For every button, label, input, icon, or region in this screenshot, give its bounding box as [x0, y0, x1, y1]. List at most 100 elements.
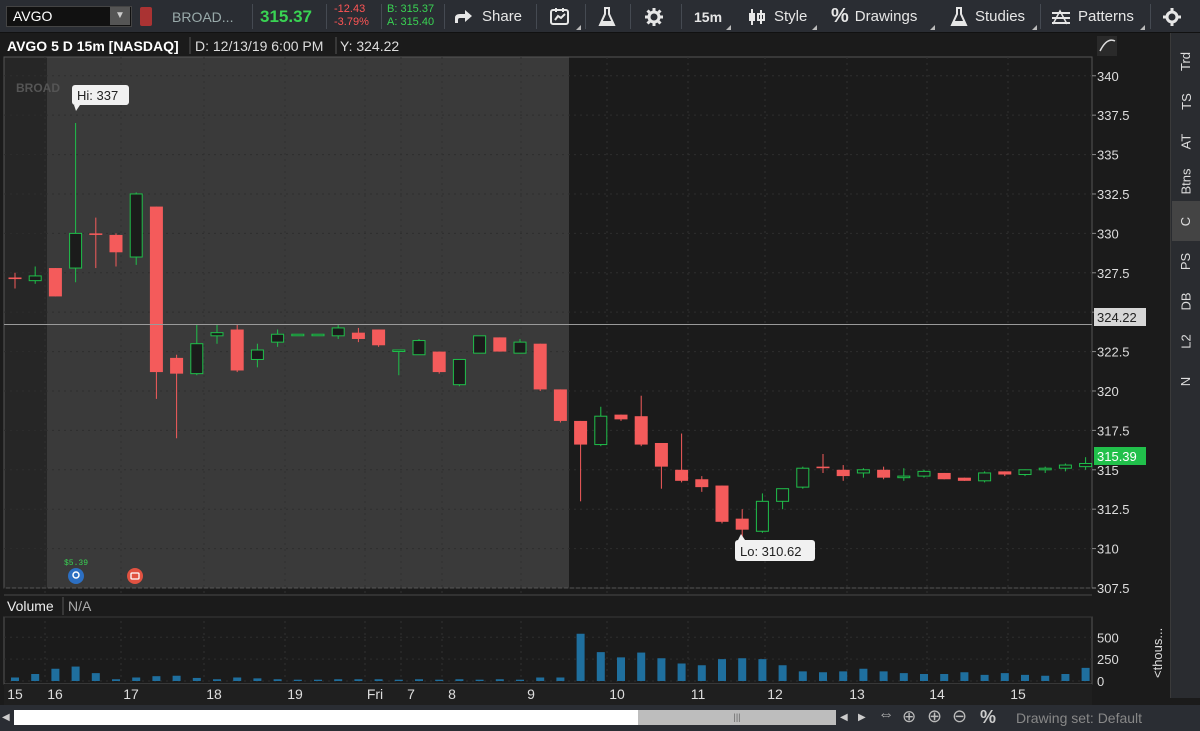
earnings-marker[interactable]	[127, 568, 143, 584]
volume-bar	[556, 677, 565, 681]
chart-title: AVGO 5 D 15m [NASDAQ]	[7, 38, 179, 54]
volume-bar	[354, 679, 363, 681]
volume-label: Volume	[7, 598, 54, 614]
candle-body-down	[937, 472, 951, 480]
rail-tab-label: N	[1178, 376, 1194, 386]
volume-bar	[112, 679, 120, 681]
time-axis-label: 13	[849, 686, 865, 702]
high-label: Hi: 337	[77, 88, 118, 103]
drawings-menu[interactable]: % Drawings	[831, 0, 917, 33]
patterns-menu[interactable]: Patterns	[1050, 0, 1134, 33]
time-axis-label: 18	[206, 686, 222, 702]
time-axis-label: 14	[929, 686, 945, 702]
volume-bar	[415, 679, 423, 681]
time-axis-label: 10	[609, 686, 625, 702]
volume-bar	[596, 652, 605, 681]
candle-body-down	[735, 518, 749, 530]
rail-tab-label: Trd	[1178, 51, 1194, 71]
time-axis-label: 15	[1010, 686, 1026, 702]
price-chart[interactable]: 340337.5335332.5330327.5325322.5320317.5…	[0, 33, 1170, 705]
scrollbar-thumb[interactable]: |||	[638, 710, 836, 725]
candle-body-down	[998, 471, 1012, 475]
scroll-forward-icon[interactable]: ▶	[858, 708, 866, 728]
price-axis-label: 335	[1097, 148, 1119, 163]
net-change: -12.43	[334, 3, 366, 15]
toolbar-divider	[681, 4, 682, 29]
candle-body-down	[654, 442, 668, 467]
volume-bar	[132, 677, 141, 681]
volume-bar	[778, 665, 787, 681]
time-axis-label: 8	[448, 686, 456, 702]
y-readout: Y: 324.22	[340, 38, 399, 54]
zoom-out-icon[interactable]: ⊖	[952, 706, 967, 727]
rail-tab-btns[interactable]: Btns	[1172, 161, 1200, 201]
low-label: Lo: 310.62	[740, 544, 801, 559]
studies-menu[interactable]: Studies	[949, 0, 1025, 33]
rail-tab-trd[interactable]: Trd	[1172, 41, 1200, 81]
share-button[interactable]: Share	[452, 0, 522, 33]
volume-bar	[71, 666, 80, 681]
last-price-value: 315.39	[1097, 449, 1137, 464]
volume-bar	[152, 676, 161, 681]
time-axis-label: 17	[123, 686, 139, 702]
rail-tab-ts[interactable]: TS	[1172, 81, 1200, 121]
crosshair-icon[interactable]: ⊕	[902, 707, 916, 727]
volume-bar	[51, 668, 60, 681]
share-label: Share	[482, 8, 523, 25]
timeframe-selector[interactable]: 15m	[694, 0, 722, 33]
more-button[interactable]	[1162, 0, 1182, 33]
symbol-flag-icon[interactable]	[140, 7, 152, 26]
time-axis-label: 19	[287, 686, 303, 702]
scroll-back-icon[interactable]: ◀	[840, 708, 848, 728]
lab-button[interactable]	[597, 0, 617, 33]
style-menu[interactable]: Style	[746, 0, 807, 33]
events-button[interactable]	[549, 0, 571, 33]
rail-tab-c[interactable]: C	[1172, 201, 1200, 241]
volume-value: N/A	[68, 598, 92, 614]
rail-tab-label: DB	[1178, 291, 1194, 311]
bottom-bar: ◀ ||| ◀ ▶ ⇔ ⊕ ⊕ ⊖ % Drawing set: Default	[0, 705, 1200, 731]
rail-tab-at[interactable]: AT	[1172, 121, 1200, 161]
candle-body-up	[1079, 462, 1093, 468]
volume-bar	[314, 679, 322, 681]
toolbar-divider	[381, 4, 382, 29]
rail-tab-db[interactable]: DB	[1172, 281, 1200, 321]
price-axis-label: 327.5	[1097, 266, 1130, 281]
rail-tab-ps[interactable]: PS	[1172, 241, 1200, 281]
time-axis-label: 9	[527, 686, 535, 702]
rail-tab-label: PS	[1178, 252, 1194, 270]
symbol-dropdown-button[interactable]: ▼	[110, 7, 130, 25]
price-axis-label: 330	[1097, 226, 1119, 241]
rail-tab-n[interactable]: N	[1172, 361, 1200, 401]
settings-button[interactable]	[644, 0, 664, 33]
price-scale-tool[interactable]	[1097, 36, 1117, 56]
candle-body-up	[978, 472, 992, 482]
drawing-set-selector[interactable]: Drawing set: Default	[1016, 710, 1142, 726]
volume-axis-label: 0	[1097, 674, 1104, 689]
volume-bar	[192, 677, 201, 681]
scroll-left-icon[interactable]: ◀	[2, 708, 12, 728]
volume-bar	[1041, 675, 1050, 681]
toolbar-divider	[536, 4, 537, 29]
candle-body-up	[1018, 469, 1032, 476]
volume-bar	[758, 659, 767, 681]
extended-hours-shading	[4, 57, 47, 588]
percent-scale-icon[interactable]: %	[980, 707, 996, 728]
volume-bar	[980, 674, 989, 681]
volume-bar	[677, 663, 686, 681]
volume-bar	[11, 677, 19, 681]
volume-bar	[839, 671, 848, 681]
candle-body-down	[533, 343, 547, 390]
volume-bar	[576, 633, 585, 681]
candle-body-up	[452, 358, 466, 386]
zoom-in-icon[interactable]: ⊕	[927, 706, 942, 727]
rail-tab-l2[interactable]: L2	[1172, 321, 1200, 361]
volume-bar	[334, 679, 343, 681]
expand-icon[interactable]: ⇔	[878, 706, 894, 724]
right-rail: Trd TS AT Btns C PS DB L2 N	[1170, 33, 1200, 698]
pattern-icon	[1052, 8, 1070, 24]
candle-body-down	[109, 234, 123, 253]
toolbar-divider	[252, 4, 253, 29]
price-axis-label: 340	[1097, 69, 1119, 84]
price-axis-label: 310	[1097, 542, 1119, 557]
